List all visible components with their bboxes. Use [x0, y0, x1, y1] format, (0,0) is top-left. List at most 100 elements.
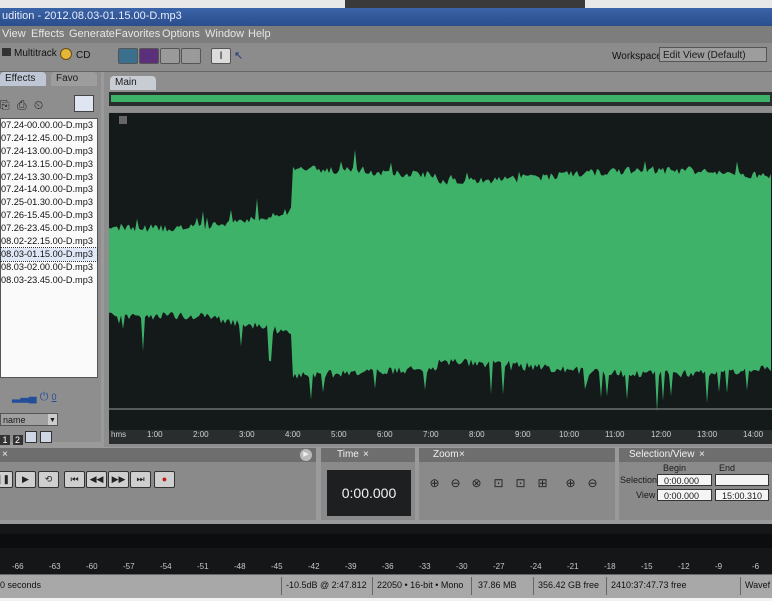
tab-effects[interactable]: Effects: [0, 72, 46, 86]
tick: 11:00: [605, 430, 625, 439]
file-list-item[interactable]: 07.24-13.15.00-D.mp3: [1, 158, 97, 171]
go-to-end-button[interactable]: ⏭: [130, 471, 151, 488]
level-tick: -42: [308, 562, 320, 571]
file-list-item[interactable]: 08.02-22.15.00-D.mp3: [1, 235, 97, 248]
import-file-icon[interactable]: ⎙: [17, 98, 27, 112]
menu-view[interactable]: View: [2, 28, 26, 40]
rewind-button[interactable]: ◀◀: [86, 471, 107, 488]
time-selection-tool-icon[interactable]: I: [211, 48, 231, 64]
selection-view-header: Selection/View ×: [619, 448, 772, 462]
status-time-free: 2410:37:47.73 free: [611, 580, 687, 590]
level-tick: -66: [12, 562, 24, 571]
file-list-item[interactable]: 07.24-14.00.00-D.mp3: [1, 183, 97, 196]
tab-favorites[interactable]: Favo: [51, 72, 97, 86]
sort-by-dropdown[interactable]: name ▼: [0, 413, 58, 426]
menu-window[interactable]: Window: [205, 28, 244, 40]
window-title: udition - 2012.08.03-01.15.00-D.mp3: [2, 10, 182, 22]
timer-icon[interactable]: ⏲: [34, 98, 43, 112]
top-guide: [109, 112, 772, 113]
waveform-display[interactable]: [109, 112, 772, 430]
level-tick: -30: [456, 562, 468, 571]
tick: 14:00: [743, 430, 764, 439]
file-list-item[interactable]: 07.26-23.45.00-D.mp3: [1, 222, 97, 235]
selection-begin-field[interactable]: 0:00.000: [657, 474, 712, 486]
zoom-to-right-edge-icon[interactable]: ⊡: [513, 476, 528, 491]
zoom-to-selection-icon[interactable]: ⊞: [535, 476, 550, 491]
overview-bar[interactable]: [109, 92, 772, 106]
status-divider: [533, 577, 534, 595]
file-list-item[interactable]: 07.26-15.45.00-D.mp3: [1, 209, 97, 222]
move-tool-icon[interactable]: ↖: [234, 49, 243, 62]
close-icon[interactable]: ×: [699, 448, 705, 462]
zoom-to-left-edge-icon[interactable]: ⊡: [491, 476, 506, 491]
time-ruler[interactable]: hms 1:00 2:00 3:00 4:00 5:00 6:00 7:00 8…: [109, 430, 772, 444]
status-divider: [281, 577, 282, 595]
menu-bar: View Effects Generate Favorites Options …: [0, 26, 772, 43]
level-tick: -6: [752, 562, 760, 571]
view-begin-field[interactable]: 0:00.000: [657, 489, 712, 501]
open-file-icon[interactable]: ⎘: [0, 98, 10, 112]
close-icon[interactable]: ×: [459, 448, 465, 462]
status-divider: [471, 577, 472, 595]
view-row-label: View: [636, 490, 656, 500]
panel-menu-icon[interactable]: ▶: [300, 449, 312, 461]
file-list-item[interactable]: 08.03-01.15.00-D.mp3: [0, 246, 98, 262]
menu-generate[interactable]: Generate: [69, 28, 115, 40]
view-end-field[interactable]: 15:00.310: [715, 489, 769, 501]
selection-end-field[interactable]: [715, 474, 769, 486]
time-panel-header: Time ×: [321, 448, 415, 462]
toolbar: Multitrack CD I ↖ Workspace: Edit View (…: [0, 43, 772, 72]
tick: 8:00: [469, 430, 485, 439]
zoom-in-vertical-icon[interactable]: ⊕: [563, 476, 578, 491]
tick: 1:00: [147, 430, 163, 439]
close-icon[interactable]: ×: [363, 448, 369, 462]
file-list-item[interactable]: 07.24-00.00.00-D.mp3: [1, 119, 97, 132]
cd-button[interactable]: CD: [60, 48, 90, 64]
folder-icon[interactable]: [39, 431, 52, 443]
transport-header: × ▶: [0, 448, 316, 462]
top-edge: [0, 0, 772, 8]
zoom-out-horizontal-icon[interactable]: ⊖: [448, 476, 463, 491]
tab-main[interactable]: Main: [110, 76, 156, 90]
list-view-icon[interactable]: 1: [0, 435, 10, 445]
waveform-view-icon[interactable]: [118, 48, 138, 64]
zoom-in-horizontal-icon[interactable]: ⊕: [427, 476, 442, 491]
pause-button[interactable]: ❚❚: [0, 471, 13, 488]
time-panel-title: Time: [337, 449, 359, 460]
fast-forward-button[interactable]: ▶▶: [108, 471, 129, 488]
file-list-item[interactable]: 08.03-02.00.00-D.mp3: [1, 261, 97, 274]
menu-effects[interactable]: Effects: [31, 28, 64, 40]
menu-help[interactable]: Help: [248, 28, 271, 40]
zoom-out-vertical-icon[interactable]: ⊖: [585, 476, 600, 491]
multitrack-button[interactable]: Multitrack: [2, 48, 57, 64]
panel-options-icon[interactable]: [74, 95, 94, 112]
spectral-pitch-icon[interactable]: [160, 48, 180, 64]
preview-icon[interactable]: [25, 431, 38, 443]
spectral-view-icon[interactable]: [139, 48, 159, 64]
multitrack-icon: [2, 48, 11, 56]
menu-favorites[interactable]: Favorites: [115, 28, 160, 40]
menu-options[interactable]: Options: [162, 28, 200, 40]
file-list-item[interactable]: 07.24-13.30.00-D.mp3: [1, 171, 97, 184]
detail-view-icon[interactable]: 2: [12, 435, 23, 445]
zoom-out-full-icon[interactable]: ⊗: [469, 476, 484, 491]
file-list-item[interactable]: 07.24-13.00.00-D.mp3: [1, 145, 97, 158]
overview-range[interactable]: [111, 95, 770, 102]
workspace-dropdown[interactable]: Edit View (Default): [659, 47, 767, 62]
pan-view-icon[interactable]: [181, 48, 201, 64]
volume-control[interactable]: ▂▃▄ ⏻ 0: [12, 390, 57, 404]
go-to-start-button[interactable]: ⏮: [64, 471, 85, 488]
close-icon[interactable]: ×: [2, 448, 8, 462]
play-from-cursor-button[interactable]: ▶: [15, 471, 36, 488]
level-tick: -60: [86, 562, 98, 571]
record-button[interactable]: ●: [154, 471, 175, 488]
status-level: -10.5dB @ 2:47.812: [286, 580, 367, 590]
workspace-label: Workspace:: [612, 51, 665, 62]
file-list-item[interactable]: 08.03-23.45.00-D.mp3: [1, 274, 97, 287]
loop-button[interactable]: ⟲: [38, 471, 59, 488]
time-units: hms: [111, 430, 127, 439]
status-format: 22050 • 16-bit • Mono: [377, 580, 464, 590]
file-list-item[interactable]: 07.25-01.30.00-D.mp3: [1, 196, 97, 209]
file-list-item[interactable]: 07.24-12.45.00-D.mp3: [1, 132, 97, 145]
level-tick: -27: [493, 562, 505, 571]
